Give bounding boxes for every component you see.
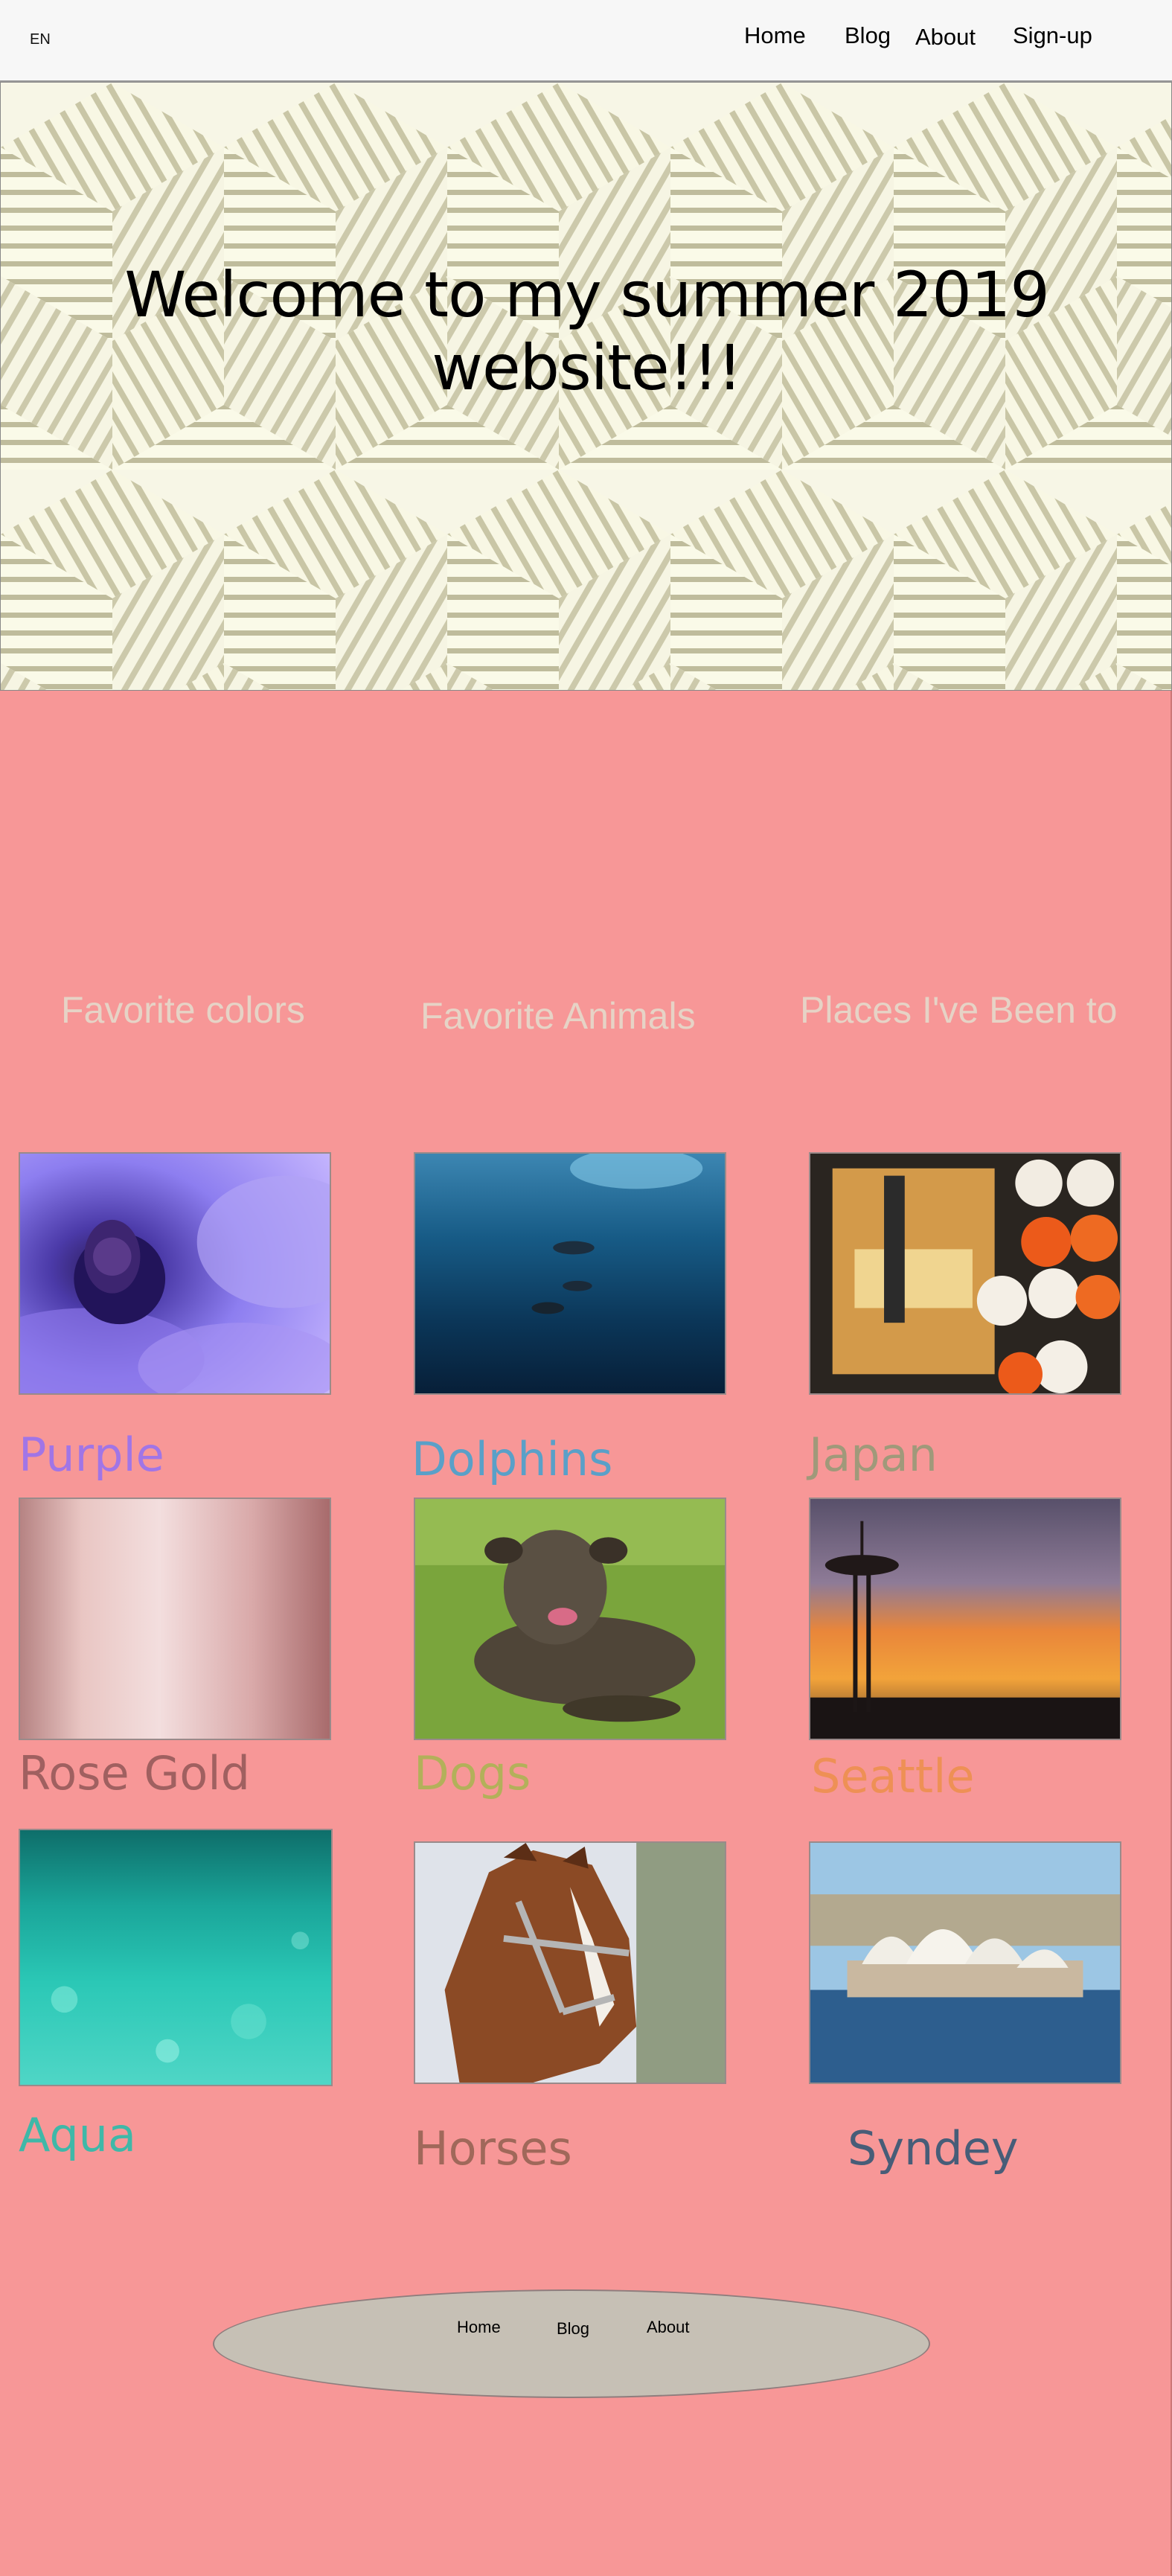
heading-favorite-animals: Favorite Animals xyxy=(420,995,696,1037)
nav-signup-link[interactable]: Sign-up xyxy=(1013,22,1092,49)
footer-blog-link[interactable]: Blog xyxy=(557,2319,589,2339)
aqua-glitter-image xyxy=(19,1829,333,2086)
top-navbar: EN Home Blog About Sign-up xyxy=(0,0,1172,82)
caption-horses: Horses xyxy=(414,2121,572,2176)
horse-image xyxy=(414,1841,726,2084)
footer-about-link[interactable]: About xyxy=(647,2318,690,2337)
caption-purple: Purple xyxy=(19,1428,164,1482)
seattle-space-needle-image xyxy=(809,1498,1121,1740)
footer-nav xyxy=(213,2289,930,2398)
caption-rose-gold: Rose Gold xyxy=(19,1746,250,1800)
rose-gold-image xyxy=(19,1498,331,1740)
footer-home-link[interactable]: Home xyxy=(457,2318,501,2337)
caption-sydney: Syndey xyxy=(848,2121,1019,2176)
caption-japan: Japan xyxy=(809,1428,938,1482)
heading-places-visited: Places I've Been to xyxy=(800,989,1118,1031)
dolphins-image xyxy=(414,1152,726,1395)
sydney-opera-house-image xyxy=(809,1841,1121,2084)
hero-title: Welcome to my summer 2019 website!!! xyxy=(124,258,1050,404)
hero-banner: Welcome to my summer 2019 website!!! xyxy=(0,82,1172,691)
caption-seattle: Seattle xyxy=(811,1749,975,1803)
caption-dolphins: Dolphins xyxy=(412,1432,613,1486)
language-selector[interactable]: EN xyxy=(30,31,51,48)
caption-dogs: Dogs xyxy=(414,1746,531,1800)
nav-home-link[interactable]: Home xyxy=(744,22,806,49)
caption-aqua: Aqua xyxy=(19,2108,136,2162)
nav-about-link[interactable]: About xyxy=(915,24,976,51)
purple-flower-image xyxy=(19,1152,331,1395)
heading-favorite-colors: Favorite colors xyxy=(61,989,305,1031)
japan-sushi-image xyxy=(809,1152,1121,1395)
dog-image xyxy=(414,1498,726,1740)
nav-blog-link[interactable]: Blog xyxy=(845,22,891,49)
